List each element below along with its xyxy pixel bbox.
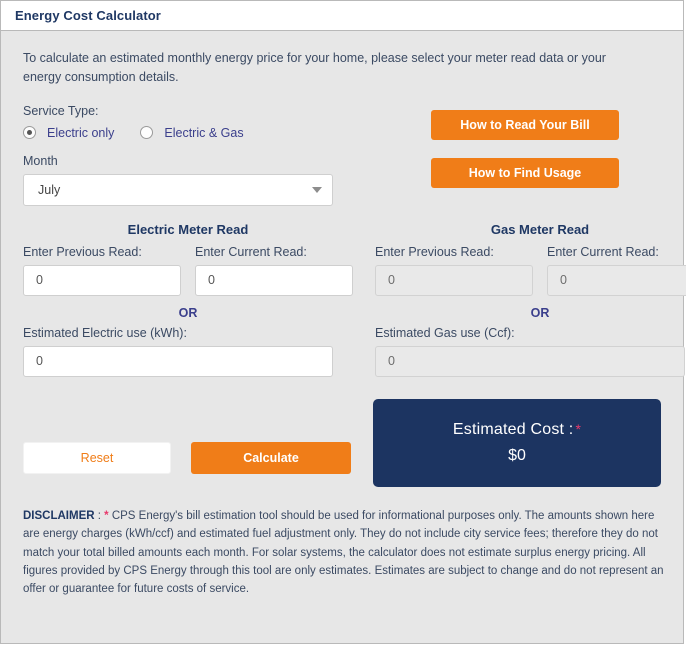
gas-or-divider: OR	[530, 305, 550, 320]
gas-estimated-use-input	[375, 345, 685, 377]
disclaimer-separator: :	[94, 509, 105, 522]
service-type-label: Service Type:	[23, 103, 99, 118]
gas-previous-read-field: Enter Previous Read:	[375, 245, 533, 296]
window-titlebar: Energy Cost Calculator	[1, 1, 683, 31]
gas-read-fields: Enter Previous Read: Enter Current Read:	[375, 245, 686, 296]
estimated-cost-value: $0	[508, 446, 526, 464]
electric-previous-read-input[interactable]	[23, 264, 181, 296]
service-type-radio-group: Electric only Electric & Gas	[23, 124, 403, 142]
electric-estimated-use-label: Estimated Electric use (kWh):	[23, 325, 187, 340]
electric-estimated-use-input[interactable]	[23, 345, 333, 377]
gas-estimated-use-label: Estimated Gas use (Ccf):	[375, 325, 515, 340]
estimated-cost-title-wrap: Estimated Cost : *	[453, 421, 581, 439]
radio-electric-and-gas-indicator[interactable]	[140, 126, 154, 140]
estimated-cost-title: Estimated Cost :	[452, 420, 574, 438]
month-select-value: July	[38, 182, 61, 197]
how-to-read-bill-button[interactable]: How to Read Your Bill	[431, 109, 619, 140]
disclaimer-heading: DISCLAIMER	[23, 509, 95, 522]
gas-current-read-field: Enter Current Read:	[547, 245, 686, 296]
estimated-cost-asterisk: *	[575, 420, 582, 437]
gas-meter-section: Gas Meter Read Enter Previous Read: Ente…	[375, 222, 686, 377]
electric-current-read-label: Enter Current Read:	[195, 244, 307, 259]
electric-meter-section: Electric Meter Read Enter Previous Read:…	[23, 222, 353, 377]
actions-and-result-row: Reset Calculate Estimated Cost : * $0	[23, 398, 661, 487]
gas-current-read-label: Enter Current Read:	[547, 244, 659, 259]
help-button-group: How to Read Your Bill How to Find Usage	[431, 104, 619, 206]
meter-read-sections: Electric Meter Read Enter Previous Read:…	[23, 222, 686, 377]
reset-button[interactable]: Reset	[23, 441, 171, 474]
month-select[interactable]: July	[23, 173, 333, 206]
calculate-button[interactable]: Calculate	[191, 441, 351, 474]
electric-current-read-input[interactable]	[195, 264, 353, 296]
service-and-help-row: Service Type: Electric only Electric & G…	[23, 104, 661, 206]
electric-or-divider: OR	[178, 305, 198, 320]
estimated-cost-panel: Estimated Cost : * $0	[373, 398, 661, 487]
page-title: Energy Cost Calculator	[15, 8, 161, 23]
month-label: Month	[23, 153, 58, 168]
radio-electric-only-label: Electric only	[47, 125, 115, 140]
gas-previous-read-label: Enter Previous Read:	[375, 244, 494, 259]
radio-electric-and-gas-label: Electric & Gas	[164, 125, 244, 140]
energy-cost-calculator-widget: Energy Cost Calculator To calculate an e…	[0, 0, 686, 644]
disclaimer-text: CPS Energy's bill estimation tool should…	[23, 509, 664, 596]
service-type-section: Service Type: Electric only Electric & G…	[23, 104, 403, 206]
gas-previous-read-input	[375, 264, 533, 296]
electric-current-read-field: Enter Current Read:	[195, 245, 353, 296]
electric-previous-read-field: Enter Previous Read:	[23, 245, 181, 296]
electric-read-fields: Enter Previous Read: Enter Current Read:	[23, 245, 353, 296]
intro-text: To calculate an estimated monthly energy…	[23, 51, 606, 85]
gas-current-read-input	[547, 264, 686, 296]
electric-meter-title: Electric Meter Read	[127, 221, 249, 237]
radio-electric-only-indicator[interactable]	[23, 126, 36, 140]
gas-meter-title: Gas Meter Read	[490, 221, 590, 237]
how-to-find-usage-button[interactable]: How to Find Usage	[431, 157, 619, 188]
radio-electric-and-gas[interactable]: Electric & Gas	[140, 125, 244, 140]
calculator-body: To calculate an estimated monthly energy…	[1, 31, 686, 643]
disclaimer: DISCLAIMER : * CPS Energy's bill estimat…	[23, 507, 667, 599]
electric-previous-read-label: Enter Previous Read:	[23, 244, 142, 259]
action-button-group: Reset Calculate	[23, 399, 351, 487]
chevron-down-icon	[312, 186, 322, 193]
radio-electric-only[interactable]: Electric only	[23, 126, 114, 140]
